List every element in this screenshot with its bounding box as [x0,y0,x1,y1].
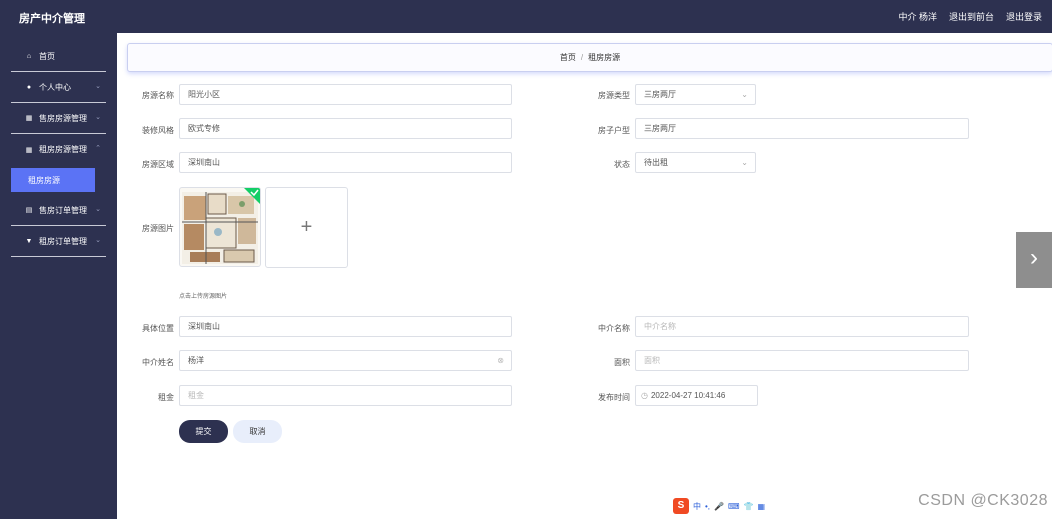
top-actions: 中介 杨洋 退出到前台 退出登录 [898,10,1042,23]
region-label: 房源区域 [142,160,174,169]
add-image-button[interactable]: + [265,187,348,268]
chevron-down-icon: ⌄ [741,158,748,167]
sidebar-item-label: 租房订单管理 [39,236,87,246]
ime-mode[interactable]: 中 [693,501,701,512]
home-icon: ⌂ [26,52,32,60]
upload-hint: 点击上传房源图片 [179,294,228,300]
sidebar-item-sale-listings[interactable]: ▦ 售房房源管理 ⌄ [11,103,106,134]
sidebar: ⌂ 首页 ● 个人中心 ⌄ ▦ 售房房源管理 ⌄ ▦ 租房房源管理 ⌃ 租房房源… [0,33,117,519]
submit-button[interactable]: 提交 [179,420,228,443]
chevron-down-icon: ⌄ [741,90,748,99]
publish-time-value: 2022-04-27 10:41:46 [650,391,726,400]
grid-icon: ▦ [25,146,33,154]
uploaded-check-icon [244,188,260,204]
chevron-down-icon: ⌄ [95,114,101,121]
back-to-front-link[interactable]: 退出到前台 [949,10,994,23]
status-select[interactable]: 待出租 ⌄ [635,152,756,173]
chevron-up-icon: ⌃ [95,145,101,152]
skin-icon[interactable]: 👕 [744,502,754,511]
breadcrumb-separator: / [580,53,584,62]
layout-field[interactable]: 三房两厅 [635,118,969,139]
name-field[interactable]: 阳光小区 [179,84,512,105]
agent-name-label: 中介名称 [598,324,630,333]
sidebar-item-label: 个人中心 [39,82,71,92]
sidebar-item-label: 售房房源管理 [39,113,87,123]
top-bar: 房产中介管理 中介 杨洋 退出到前台 退出登录 [0,0,1052,33]
toolbox-icon[interactable]: ▦ [758,502,766,511]
image-label: 房源图片 [142,224,174,233]
breadcrumb-home[interactable]: 首页 [560,53,576,62]
sidebar-item-label: 租房房源管理 [39,145,87,154]
keyboard-icon[interactable]: ⌨ [728,502,740,511]
microphone-icon[interactable]: 🎤 [714,502,724,511]
cancel-button[interactable]: 取消 [233,420,282,443]
sidebar-item-sale-orders[interactable]: ▤ 售房订单管理 ⌄ [11,195,106,226]
rent-field[interactable]: 租金 [179,385,512,406]
sidebar-item-profile[interactable]: ● 个人中心 ⌄ [11,72,106,103]
status-select-value: 待出租 [644,158,668,167]
chevron-down-icon: ⌄ [95,83,101,90]
user-icon: ● [26,83,32,91]
sidebar-item-home[interactable]: ⌂ 首页 [11,41,106,72]
ime-toolbar: S 中 •, 🎤 ⌨ 👕 ▦ [673,498,765,514]
sidebar-item-rental-listings[interactable]: ▦ 租房房源管理 ⌃ [11,134,106,165]
style-field[interactable]: 欧式专修 [179,118,512,139]
watermark: CSDN @CK3028 [918,492,1048,509]
grid-icon: ▦ [25,115,33,122]
style-label: 装修风格 [142,126,174,135]
plus-icon: + [300,216,313,238]
sidebar-item-label: 售房订单管理 [39,205,87,215]
current-user[interactable]: 中介 杨洋 [898,10,937,23]
type-label: 房源类型 [598,91,630,100]
sidebar-subitem-rental-listing[interactable]: 租房房源 [11,168,95,192]
size-field[interactable]: 面积 [635,350,969,371]
breadcrumb-current: 租房房源 [588,53,621,62]
location-label: 具体位置 [142,324,174,333]
sidebar-item-rental-orders[interactable]: ▼ 租房订单管理 ⌄ [11,226,106,257]
status-label: 状态 [614,160,630,169]
filter-icon: ▼ [25,237,33,245]
breadcrumb: 首页 / 租房房源 [127,43,1052,72]
clear-icon[interactable]: ⊗ [497,351,504,370]
location-field[interactable]: 深圳南山 [179,316,512,337]
agent-fullname-field[interactable]: 杨洋 ⊗ [179,350,512,371]
ime-punctuation-icon[interactable]: •, [705,502,710,511]
sidebar-item-label: 首页 [39,51,55,61]
size-label: 面积 [614,358,630,367]
publish-time-label: 发布时间 [598,393,630,402]
list-icon: ▤ [25,207,33,214]
type-select-value: 三房两厅 [644,90,676,99]
region-field[interactable]: 深圳南山 [179,152,512,173]
type-select[interactable]: 三房两厅 ⌄ [635,84,756,105]
chevron-down-icon: ⌄ [95,206,101,213]
uploaded-floorplan-image[interactable] [179,187,261,267]
logout-link[interactable]: 退出登录 [1006,10,1042,23]
main-content: 首页 / 租房房源 房源名称 阳光小区 房源类型 三房两厅 ⌄ 装修风格 欧式专修 房… [117,33,1052,519]
layout-label: 房子户型 [598,126,630,135]
agent-name-field[interactable]: 中介名称 [635,316,969,337]
chevron-right-icon[interactable]: › [1016,232,1052,288]
clock-icon: ◷ [641,391,648,400]
chevron-down-icon: ⌄ [95,237,101,244]
app-title: 房产中介管理 [19,13,85,25]
rent-label: 租金 [158,393,174,402]
name-label: 房源名称 [142,91,174,100]
agent-fullname-label: 中介姓名 [142,358,174,367]
sogou-logo-icon: S [673,498,689,514]
agent-fullname-value: 杨洋 [188,356,204,365]
publish-time-picker[interactable]: ◷ 2022-04-27 10:41:46 [635,385,758,406]
